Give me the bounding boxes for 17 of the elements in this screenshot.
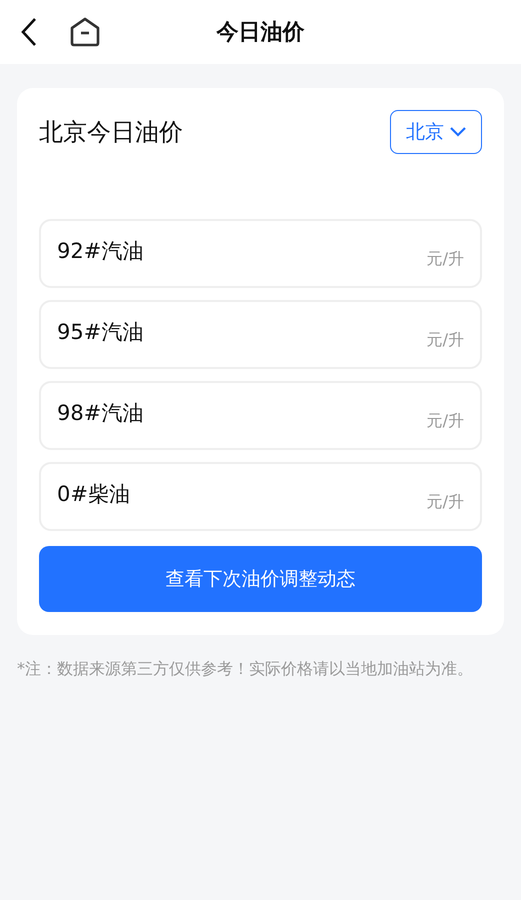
card-title: 北京今日油价 — [39, 117, 183, 148]
home-button[interactable] — [68, 15, 102, 49]
price-unit: 元/升 — [426, 328, 464, 350]
price-unit: 元/升 — [426, 410, 464, 432]
fuel-name: 95#汽油 — [57, 318, 144, 346]
adjustment-button[interactable]: 查看下次油价调整动态 — [39, 546, 482, 612]
fuel-name: 0#柴油 — [57, 480, 130, 508]
city-selector[interactable]: 北京 — [390, 110, 482, 154]
fuel-name: 92#汽油 — [57, 238, 144, 265]
price-unit: 元/升 — [426, 490, 464, 512]
disclaimer-text: *注：数据来源第三方仅供参考！实际价格请以当地加油站为准。 — [17, 658, 474, 680]
back-icon — [19, 17, 39, 47]
page-title: 今日油价 — [216, 18, 304, 46]
chevron-down-icon — [450, 127, 466, 137]
fuel-name: 98#汽油 — [57, 400, 144, 427]
home-icon — [69, 17, 101, 47]
price-unit: 元/升 — [426, 248, 464, 270]
